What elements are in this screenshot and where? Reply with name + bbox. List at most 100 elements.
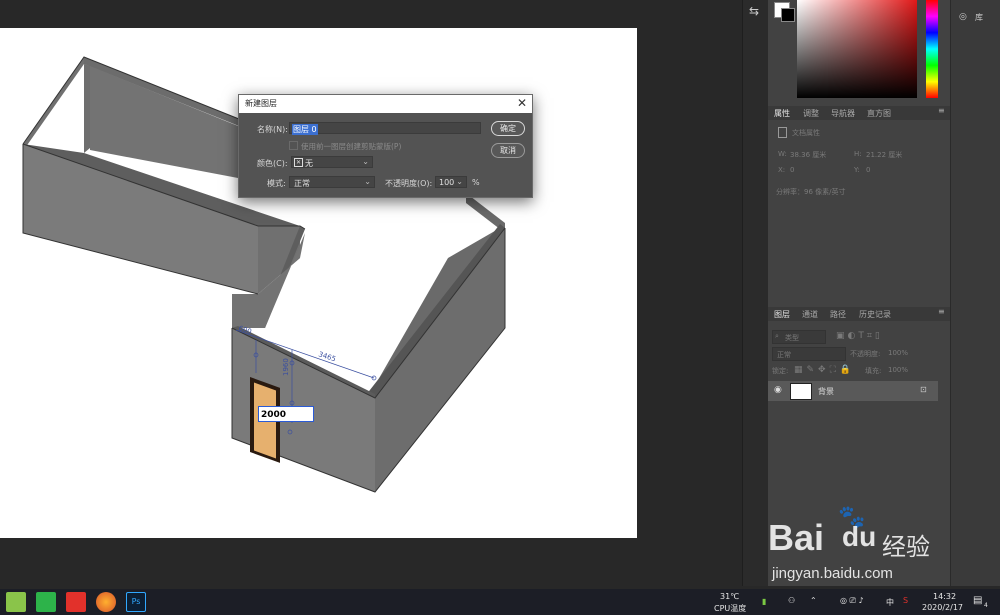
wall-back-inner <box>90 66 238 178</box>
lock-icons[interactable]: ▦✎✥⛶🔒 <box>794 365 855 375</box>
layer-opacity-label: 不透明度: <box>850 350 881 358</box>
antivirus-icon[interactable]: S <box>903 596 908 605</box>
layer-thumbnail <box>790 383 812 400</box>
mode-label: 模式: <box>267 179 286 188</box>
color-label: 颜色(C): <box>257 159 288 168</box>
cpu-temp-value: 31℃ <box>720 592 740 601</box>
wall-left-outer <box>23 57 84 151</box>
firefox-icon[interactable] <box>96 592 116 612</box>
clock-date[interactable]: 2020/2/17 <box>922 603 963 612</box>
wall-left-inner <box>84 64 90 153</box>
eye-icon[interactable]: ◉ <box>774 385 782 395</box>
layer-name: 背景 <box>818 387 834 396</box>
layer-filter-value: 类型 <box>785 334 799 342</box>
cancel-button[interactable]: 取消 <box>491 143 525 158</box>
layer-name-field[interactable]: 图层 0 <box>289 122 481 135</box>
layer-filter-icons[interactable]: ▣◐T⌗▯ <box>836 331 883 341</box>
opacity-value: 100 <box>439 178 455 187</box>
panel-menu-icon[interactable]: ≡ <box>938 307 945 316</box>
background-color-swatch[interactable] <box>781 8 795 22</box>
tab-navigator[interactable]: 导航器 <box>831 108 855 119</box>
cpu-temp-label: CPU温度 <box>714 604 747 613</box>
dialog-titlebar[interactable]: 新建图层 ✕ <box>239 95 532 113</box>
layers-tabs: 图层 通道 路径 历史记录 ≡ <box>768 307 950 321</box>
notification-count: 4 <box>984 602 988 609</box>
y-value: 0 <box>866 166 871 174</box>
app-icon-2[interactable] <box>36 592 56 612</box>
fill-label: 填充: <box>865 367 882 375</box>
tab-properties[interactable]: 属性 <box>774 108 790 119</box>
swap-colors-icon[interactable]: ⇆ <box>749 4 759 18</box>
watermark-du: du <box>842 521 877 552</box>
clipping-checkbox-label: 使用前一图层创建剪贴蒙版(P) <box>301 142 402 151</box>
windows-taskbar: Ps 31℃ CPU温度 ▮ ⚇ ⌃ ◎ ⎚ ♪ 中 S 14:32 2020/… <box>0 589 1000 615</box>
name-label: 名称(N): <box>257 125 288 134</box>
no-color-swatch-icon: ✕ <box>294 158 303 167</box>
lock-label: 锁定: <box>772 367 789 375</box>
tab-history[interactable]: 历史记录 <box>859 309 891 320</box>
libraries-strip: ◎ 库 <box>950 0 1000 586</box>
layer-filter-select[interactable]: ⌕ 类型 <box>772 330 826 344</box>
watermark-jingyan: 经验 <box>882 533 930 561</box>
tab-paths[interactable]: 路径 <box>830 309 846 320</box>
chevron-down-icon: ⌄ <box>364 177 371 186</box>
people-icon[interactable]: ⚇ <box>788 596 795 605</box>
color-select[interactable]: ✕ 无 ⌄ <box>291 156 373 168</box>
layer-name-value: 图层 0 <box>292 124 318 135</box>
mode-select[interactable]: 正常 ⌄ <box>289 176 375 188</box>
tab-adjustments[interactable]: 调整 <box>803 108 819 119</box>
layer-row[interactable]: ◉ 背景 ⊡ <box>768 381 938 401</box>
dialog-title: 新建图层 <box>245 99 277 108</box>
watermark-url: jingyan.baidu.com <box>772 565 893 582</box>
tray-icons[interactable]: ◎ ⎚ ♪ <box>840 596 864 606</box>
libraries-label[interactable]: 库 <box>975 12 983 23</box>
libraries-icon[interactable]: ◎ <box>959 12 967 22</box>
blend-mode-select[interactable]: 正常 <box>772 347 846 361</box>
battery-icon[interactable]: ▮ <box>762 597 766 606</box>
h-value: 21.22 厘米 <box>866 151 903 159</box>
notification-icon[interactable]: ▤ <box>973 595 982 606</box>
clock-time[interactable]: 14:32 <box>933 592 956 601</box>
tab-channels[interactable]: 通道 <box>802 309 818 320</box>
opacity-field[interactable]: 100 ⌄ <box>435 176 467 188</box>
layer-opacity-value[interactable]: 100% <box>888 349 908 357</box>
baidu-watermark: Bai 🐾 du 经验 jingyan.baidu.com <box>768 505 1000 585</box>
panel-menu-icon[interactable]: ≡ <box>938 106 945 115</box>
w-label: W: <box>778 150 787 158</box>
ime-indicator[interactable]: 中 <box>886 597 894 608</box>
search-icon: ⌕ <box>775 332 779 340</box>
clipping-checkbox[interactable] <box>289 141 298 150</box>
color-value: 无 <box>305 159 313 168</box>
dim-label-1960: 1960 <box>282 358 290 376</box>
panel-icon-strip: ⇆ <box>742 0 769 586</box>
app-icon-3[interactable] <box>66 592 86 612</box>
blend-mode-value: 正常 <box>777 351 791 359</box>
tab-layers[interactable]: 图层 <box>774 309 790 320</box>
photoshop-icon[interactable]: Ps <box>126 592 146 612</box>
properties-tabs: 属性 调整 导航器 直方图 ≡ <box>768 106 950 120</box>
mode-value: 正常 <box>294 179 310 188</box>
chevron-up-icon[interactable]: ⌃ <box>810 596 817 605</box>
close-icon[interactable]: ✕ <box>517 96 527 110</box>
opacity-unit: % <box>472 178 480 187</box>
new-layer-dialog: 新建图层 ✕ 名称(N): 图层 0 使用前一图层创建剪贴蒙版(P) 颜色(C)… <box>238 94 533 198</box>
x-value: 0 <box>790 166 795 174</box>
doc-properties-label: 文档属性 <box>792 129 820 137</box>
right-panels: 属性 调整 导航器 直方图 ≡ 文档属性 W: 38.36 厘米 H: 21.2… <box>768 0 950 586</box>
app-icon-1[interactable] <box>6 592 26 612</box>
dimension-input[interactable]: 2000 <box>258 406 314 422</box>
color-field[interactable] <box>797 0 917 98</box>
hue-slider[interactable] <box>926 0 938 98</box>
resolution-label: 分辨率：96 像素/英寸 <box>776 188 846 196</box>
y-label: Y: <box>854 166 860 174</box>
watermark-brand: Bai <box>768 517 825 558</box>
h-label: H: <box>854 150 862 158</box>
w-value: 38.36 厘米 <box>790 151 827 159</box>
ok-button[interactable]: 确定 <box>491 121 525 136</box>
lock-icon: ⊡ <box>920 385 927 394</box>
document-icon <box>778 127 787 138</box>
x-label: X: <box>778 166 786 174</box>
fill-value[interactable]: 100% <box>888 366 908 374</box>
tab-histogram[interactable]: 直方图 <box>867 108 891 119</box>
chevron-down-icon: ⌄ <box>456 177 463 186</box>
